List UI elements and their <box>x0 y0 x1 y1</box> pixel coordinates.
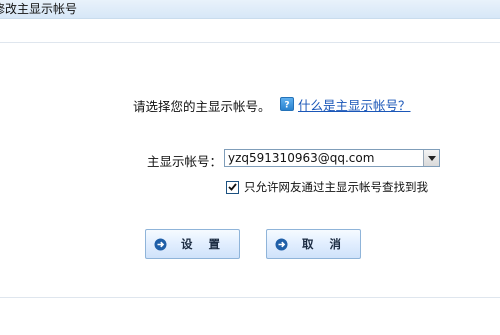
window-title: 修改主显示帐号 <box>0 2 78 16</box>
svg-text:?: ? <box>284 101 289 109</box>
arrow-right-circle-icon <box>154 238 167 251</box>
divider-bottom <box>0 297 500 298</box>
find-by-account-option[interactable]: 只允许网友通过主显示帐号查找到我 <box>226 180 428 194</box>
help-link-text[interactable]: 什么是主显示帐号？ <box>298 95 411 114</box>
divider-top <box>0 42 500 43</box>
cancel-button-label: 取 消 <box>302 237 348 251</box>
account-label: 主显示帐号： <box>147 154 223 169</box>
question-icon: ? <box>280 97 294 111</box>
cancel-button[interactable]: 取 消 <box>266 229 361 259</box>
chevron-down-icon[interactable] <box>423 150 439 166</box>
account-select[interactable]: yzq591310963@qq.com <box>224 149 440 167</box>
title-bar: 修改主显示帐号 <box>0 0 500 19</box>
prompt-text: 请选择您的主显示帐号。 <box>133 99 271 114</box>
help-link[interactable]: ? 什么是主显示帐号？ <box>280 95 411 114</box>
set-button-label: 设 置 <box>181 237 227 251</box>
find-by-account-checkbox[interactable] <box>226 180 239 194</box>
set-button[interactable]: 设 置 <box>145 229 240 259</box>
find-by-account-label: 只允许网友通过主显示帐号查找到我 <box>244 180 428 194</box>
account-select-value: yzq591310963@qq.com <box>228 151 375 165</box>
arrow-right-circle-icon <box>275 238 288 251</box>
